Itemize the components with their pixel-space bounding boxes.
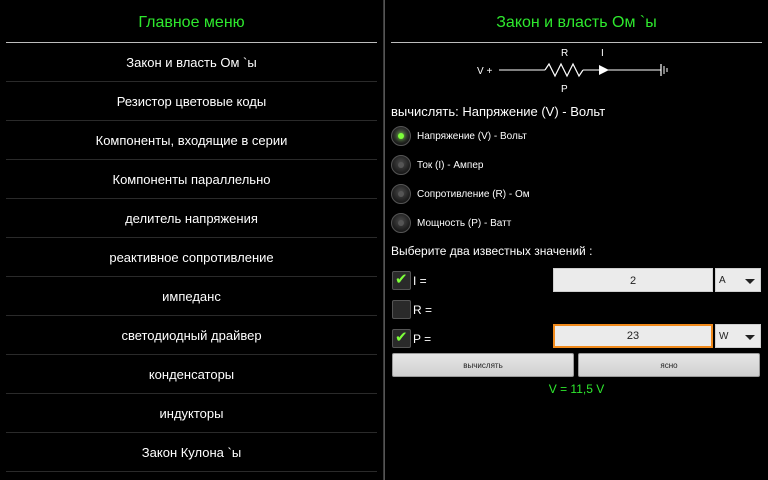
calc-target-label: вычислять: Напряжение (V) - Вольт (391, 104, 606, 119)
current-input[interactable]: 2 (553, 268, 713, 292)
menu-item-ohms-law[interactable]: Закон и власть Ом `ы (6, 43, 377, 82)
dropdown-arrow-icon (745, 335, 755, 340)
resistor-icon (544, 62, 584, 78)
checkbox-current[interactable] (392, 270, 411, 290)
power-field-label: P = (413, 332, 432, 346)
radio-voltage-label: Напряжение (V) - Вольт (417, 130, 527, 142)
radio-voltage[interactable]: Напряжение (V) - Вольт (391, 125, 527, 147)
result-text: V = 11,5 V (548, 382, 605, 396)
ohms-law-pane: Закон и власть Ом `ы V + R I P вычислять… (385, 0, 768, 480)
radio-power[interactable]: Мощность (P) - Ватт (391, 212, 511, 234)
title-divider (391, 42, 762, 43)
current-unit-value: A (719, 275, 726, 286)
circuit-v-label: V + (477, 66, 492, 77)
main-menu-pane: Главное меню Закон и власть Ом `ы Резист… (0, 0, 384, 480)
checkbox-resistance[interactable] (392, 300, 411, 319)
choose-known-values-label: Выберите два известных значений : (391, 244, 593, 258)
calc-title: Закон и власть Ом `ы (496, 14, 657, 31)
circuit-r-label: R (561, 48, 568, 59)
radio-current[interactable]: Ток (I) - Ампер (391, 154, 483, 176)
menu-item-led-driver[interactable]: светодиодный драйвер (6, 316, 377, 355)
radio-resistance-label: Сопротивление (R) - Ом (417, 188, 530, 200)
resistance-field-label: R = (413, 303, 433, 317)
radio-current-label: Ток (I) - Ампер (417, 159, 484, 171)
current-field-label: I = (413, 274, 427, 288)
radio-button-icon[interactable] (391, 155, 411, 175)
menu-item-inductors[interactable]: индукторы (6, 394, 377, 433)
menu-item-reactance[interactable]: реактивное сопротивление (6, 238, 377, 277)
clear-button[interactable]: ясно (578, 353, 760, 377)
menu-item-capacitors[interactable]: конденсаторы (6, 355, 377, 394)
circuit-i-label: I (601, 48, 604, 59)
dropdown-arrow-icon (745, 279, 755, 284)
radio-button-icon[interactable] (391, 213, 411, 233)
menu-item-series-components[interactable]: Компоненты, входящие в серии (6, 121, 377, 160)
radio-button-icon[interactable] (391, 184, 411, 204)
menu-item-voltage-divider[interactable]: делитель напряжения (6, 199, 377, 238)
calculate-button[interactable]: вычислять (392, 353, 574, 377)
radio-power-label: Мощность (P) - Ватт (417, 217, 512, 229)
current-unit-select[interactable]: A (715, 268, 761, 292)
current-arrow-icon (599, 65, 609, 75)
main-menu-title: Главное меню (138, 14, 245, 31)
menu-item-impedance[interactable]: импеданс (6, 277, 377, 316)
power-input[interactable]: 23 (553, 324, 713, 348)
menu-item-resistor-color-codes[interactable]: Резистор цветовые коды (6, 82, 377, 121)
radio-resistance[interactable]: Сопротивление (R) - Ом (391, 183, 530, 205)
menu-item-coulombs-law[interactable]: Закон Кулона `ы (6, 433, 377, 472)
circuit-diagram: V + R I P (477, 48, 668, 95)
menu-item-parallel-components[interactable]: Компоненты параллельно (6, 160, 377, 199)
checkbox-power[interactable] (392, 328, 411, 348)
power-unit-select[interactable]: W (715, 324, 761, 348)
radio-button-icon[interactable] (391, 126, 411, 146)
circuit-p-label: P (561, 84, 568, 95)
main-menu-list: Закон и власть Ом `ы Резистор цветовые к… (6, 43, 377, 472)
power-unit-value: W (719, 331, 729, 342)
